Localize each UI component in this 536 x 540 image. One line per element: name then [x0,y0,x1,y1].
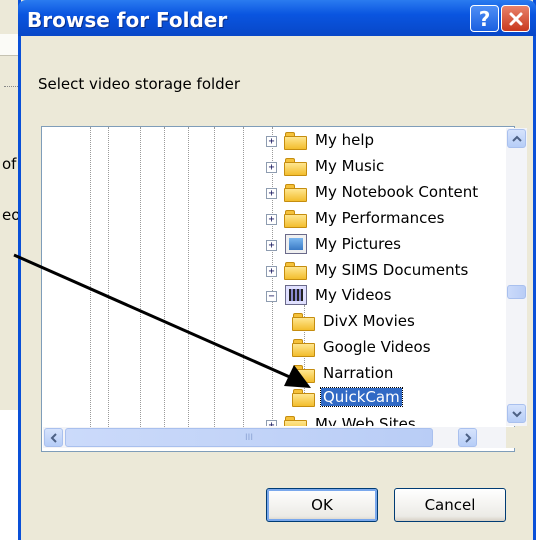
pictures-folder-icon [285,234,307,254]
tree-guide-line [164,127,165,427]
background-window-lower [0,412,20,540]
expand-icon[interactable]: + [266,136,277,147]
tree-guide-line [214,127,215,427]
tree-item-label: My Music [315,157,385,175]
folder-icon [284,158,308,176]
chevron-left-icon [50,432,57,443]
scroll-grip: III [245,432,253,443]
tree-item-label: My Web Sites [315,415,416,426]
ok-button[interactable]: OK [266,488,378,522]
tree-item-label: My Notebook Content [315,183,479,201]
expand-icon[interactable]: + [266,162,277,173]
videos-folder-icon [285,285,307,305]
tree-item-label: My SIMS Documents [315,261,469,279]
title-bar[interactable]: Browse for Folder ? [18,0,536,36]
folder-icon [284,132,308,150]
tree-guide-line [108,127,109,427]
browse-for-folder-dialog: Browse for Folder ? Select video storage… [18,0,536,540]
vertical-scrollbar[interactable] [506,128,527,426]
expand-icon[interactable]: + [266,266,277,277]
tree-guide-line [243,127,244,427]
tree-item-label: My Pictures [315,235,401,253]
folder-icon [292,339,316,357]
scroll-up-button[interactable] [507,129,526,148]
scrollbar-corner [506,427,527,448]
horizontal-scrollbar[interactable]: III [43,427,506,448]
chevron-up-icon [511,135,522,142]
tree-item-label: My Videos [315,286,392,304]
collapse-icon[interactable]: − [266,291,277,302]
vertical-scroll-thumb[interactable] [507,285,526,299]
chevron-right-icon [464,432,471,443]
scroll-right-button[interactable] [458,428,477,447]
tree-guide-line [140,127,141,427]
scroll-left-button[interactable] [44,428,63,447]
expand-icon[interactable]: + [266,240,277,251]
tree-guide-line [90,127,91,427]
folder-tree-view[interactable]: + My help + My Music + My Notebook Conte… [41,126,527,452]
expand-icon[interactable]: + [266,188,277,199]
chevron-down-icon [511,410,522,417]
close-icon [509,12,522,25]
help-button[interactable]: ? [470,5,499,32]
scroll-down-button[interactable] [507,404,526,423]
folder-icon [284,210,308,228]
background-text-1: of [2,155,17,173]
expand-icon[interactable]: + [266,214,277,225]
dialog-prompt: Select video storage folder [38,75,241,93]
tree-clip-region: + My Web Sites [42,409,505,426]
folder-icon [284,184,308,202]
folder-icon [284,416,308,426]
tree-item-label: My Performances [315,209,445,227]
expand-icon[interactable]: + [266,420,277,426]
folder-icon [292,313,316,331]
tree-item-label: Narration [323,364,394,382]
tree-item-label: DivX Movies [323,312,415,330]
tree-item-label: Google Videos [323,338,431,356]
tree-item-label-selected: QuickCam [320,387,403,407]
tree-guide-line [188,127,189,427]
dialog-title: Browse for Folder [27,8,228,32]
tree-item-label: My help [315,131,375,149]
folder-icon [292,389,316,407]
horizontal-scroll-thumb[interactable]: III [65,428,433,447]
folder-icon [284,262,308,280]
folder-icon [292,365,316,383]
cancel-button[interactable]: Cancel [394,488,506,522]
close-button[interactable] [501,5,530,32]
